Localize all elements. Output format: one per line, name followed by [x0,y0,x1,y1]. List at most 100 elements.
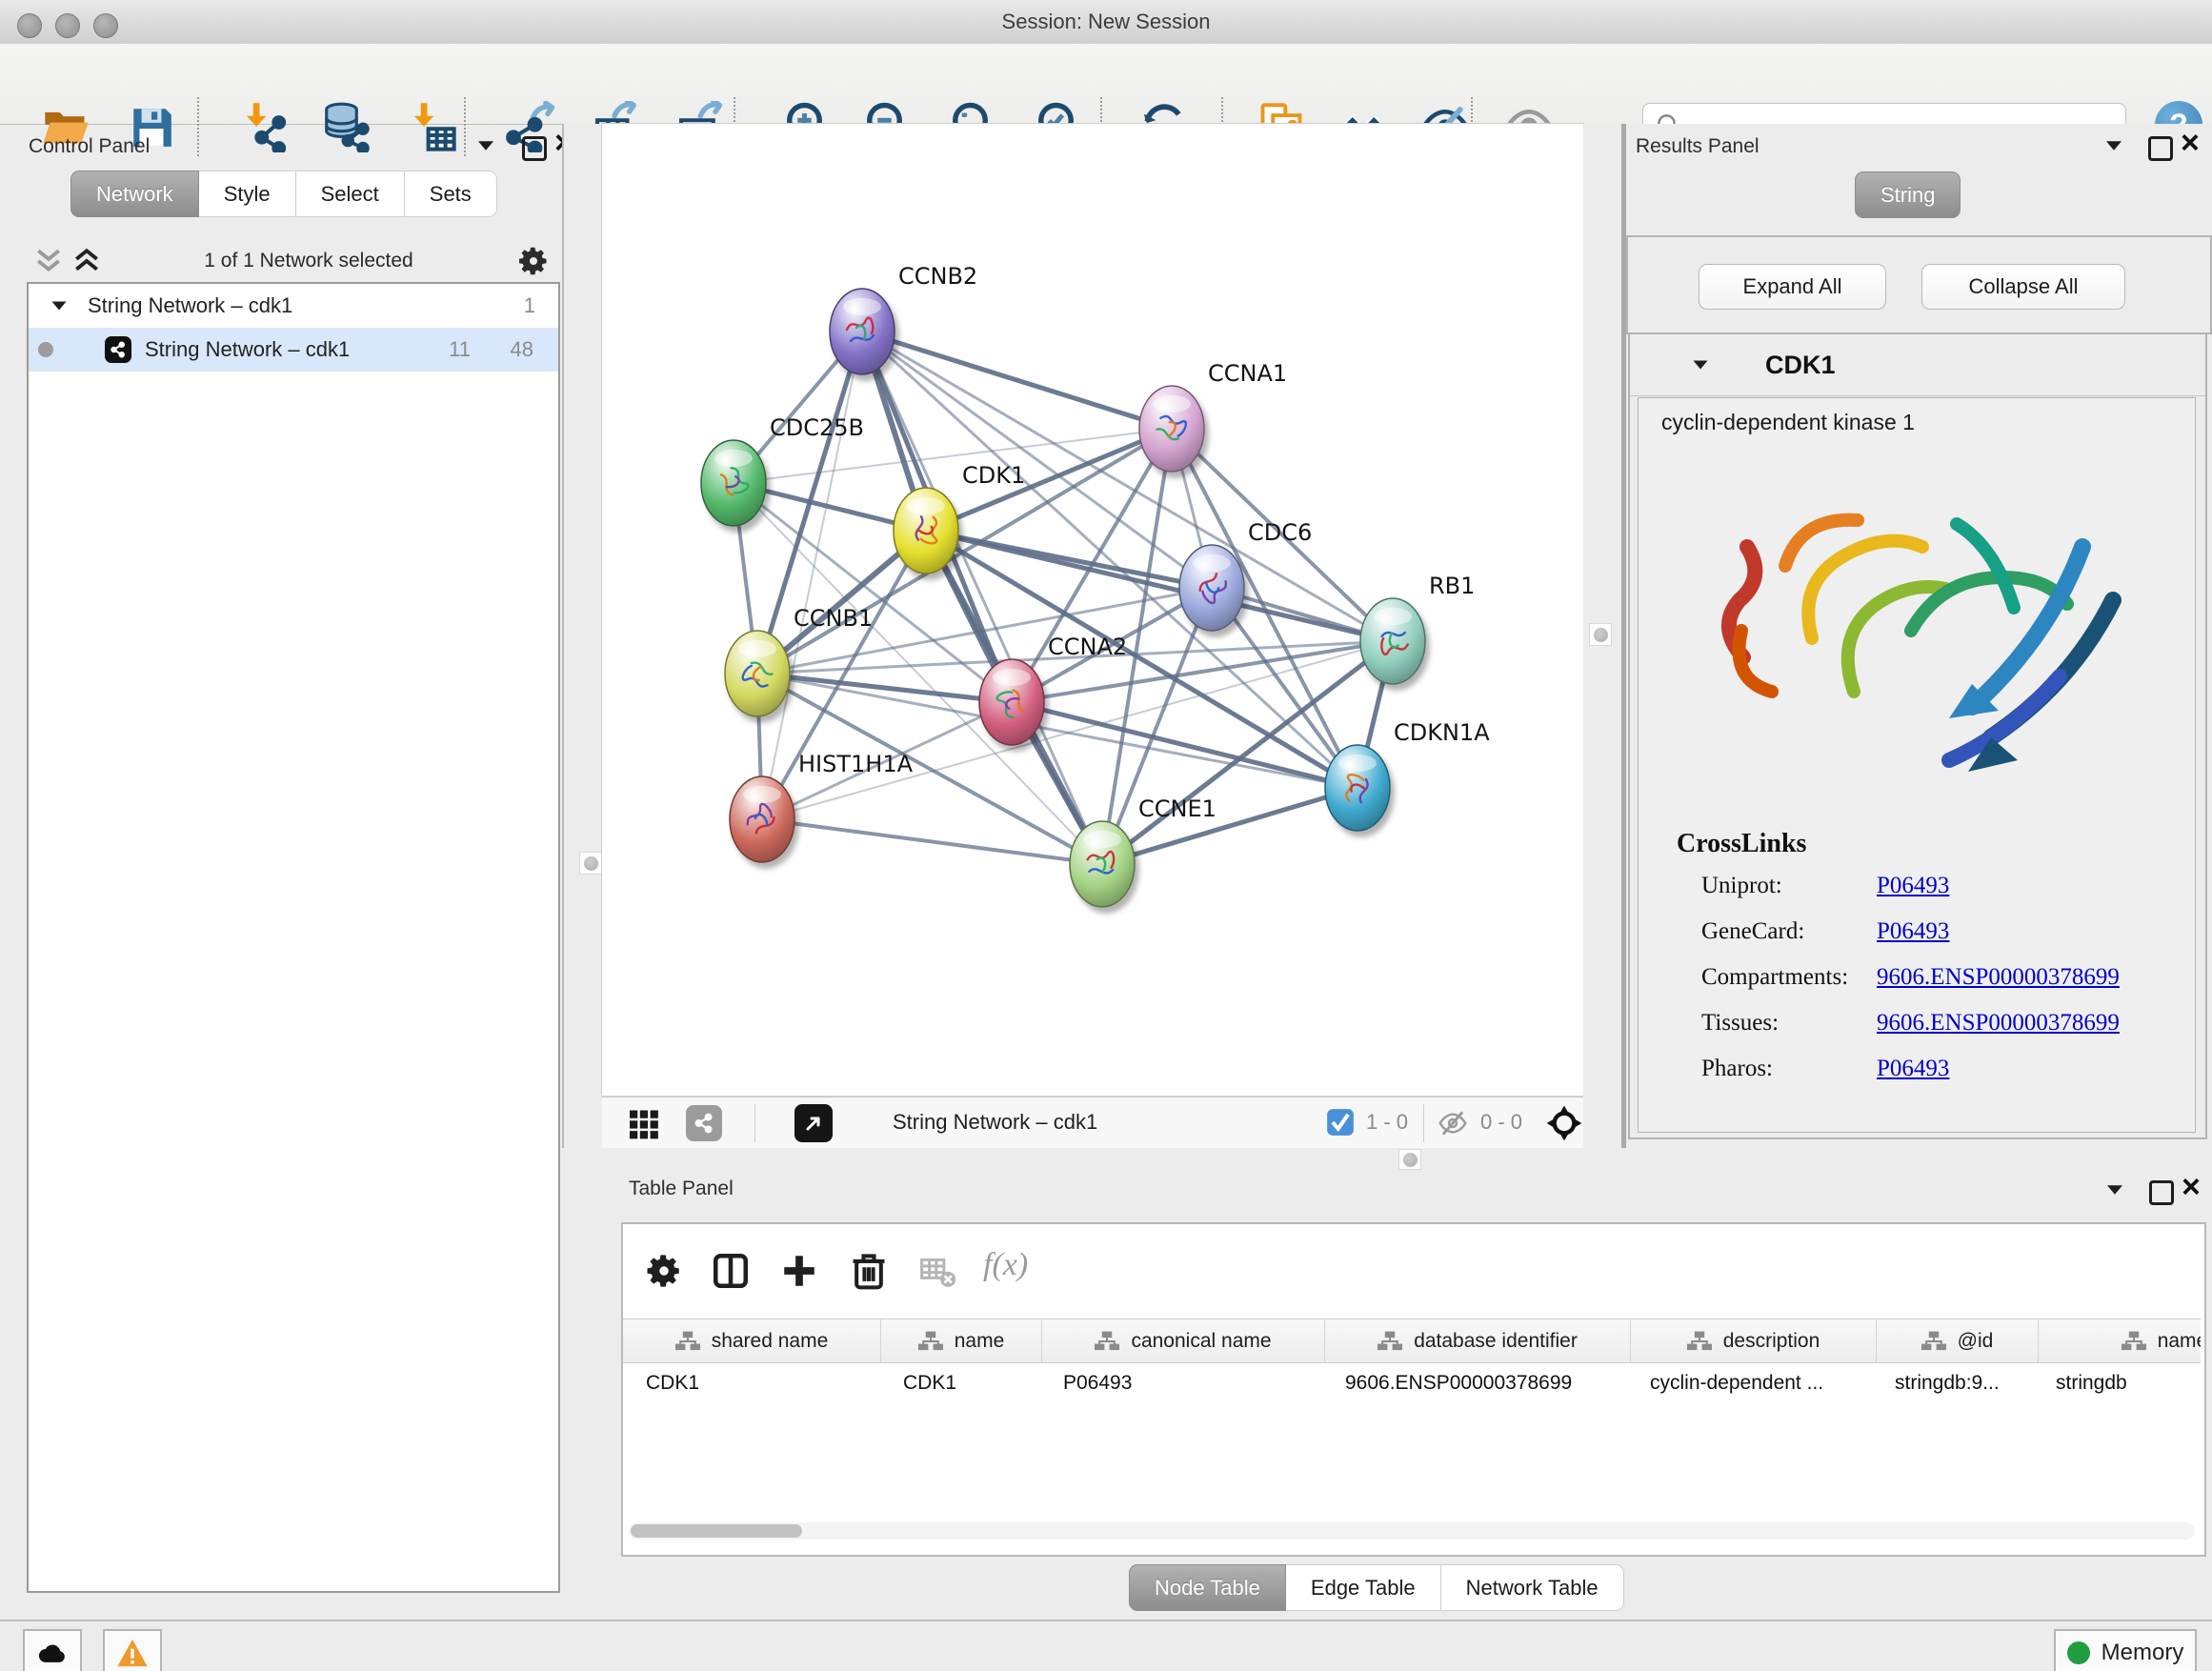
graph-node-CDKN1A[interactable] [1325,745,1390,831]
network-graph[interactable]: CCNB2CCNA1CDC25BCDK1CDC6RB1CCNB1CCNA2CDK… [602,124,1583,1096]
memory-button[interactable]: Memory [2054,1629,2197,1671]
graph-node-CCNE1[interactable] [1070,821,1135,907]
network-collection-row[interactable]: String Network – cdk1 1 [29,284,558,328]
results-panel-float-button[interactable] [2148,136,2173,166]
graph-node-CCNB1[interactable] [725,631,790,716]
graph-edge-CCNB2-HIST1H1A[interactable] [762,332,862,819]
navigator-button[interactable] [794,1104,833,1142]
column-header-shared-name[interactable]: shared name [623,1319,881,1362]
table-hscrollbar[interactable] [629,1522,2195,1540]
tab-edge-table[interactable]: Edge Table [1286,1564,1441,1611]
graph-node-label-CDC6: CDC6 [1248,519,1312,546]
gene-section-header[interactable]: CDK1 [1630,334,2205,396]
graph-edge-CCNB2-RB1[interactable] [862,332,1393,641]
gene-expander-icon[interactable] [1694,361,1708,370]
graph-node-RB1[interactable] [1360,598,1425,684]
results-panel-close-button[interactable]: × [2181,133,2200,158]
function-builder-button[interactable]: f(x) [983,1247,1028,1283]
gene-description: cyclin-dependent kinase 1 [1661,410,1915,435]
network-canvas[interactable]: CCNB2CCNA1CDC25BCDK1CDC6RB1CCNB1CCNA2CDK… [602,124,1583,1096]
table-panel-float-button[interactable] [2149,1180,2174,1210]
control-panel: Control Panel × Network Style Select Set… [10,124,562,1597]
graph-node-HIST1H1A[interactable] [730,776,794,862]
hidden-elements-button[interactable] [1437,1108,1469,1143]
column-header-canonical-name[interactable]: canonical name [1042,1319,1325,1362]
horizontal-splitter-handle[interactable] [1398,1149,1421,1170]
right-splitter-handle[interactable] [1589,623,1612,646]
tab-network[interactable]: Network [70,171,199,217]
tab-string[interactable]: String [1855,171,1961,218]
graph-node-CDC25B[interactable] [701,440,766,526]
tab-select[interactable]: Select [296,171,405,217]
cell-canonical-name[interactable]: P06493 [1040,1362,1322,1404]
column-header-namespace[interactable]: namespace [2039,1319,2201,1362]
right-splitter[interactable] [1583,124,1626,1148]
create-column-button[interactable] [779,1251,819,1296]
left-splitter-handle[interactable] [579,852,602,875]
horizontal-splitter[interactable] [602,1148,2212,1170]
table-row[interactable]: CDK1CDK1P064939606.ENSP00000378699cyclin… [623,1362,2201,1404]
collapse-all-chevron-icon[interactable] [34,249,63,273]
window-minimize-button[interactable] [55,13,80,38]
table-hscrollbar-thumb[interactable] [631,1524,802,1538]
collection-expander-icon[interactable] [52,302,67,311]
control-panel-collapse-button[interactable] [476,139,495,156]
table-panel-close-button[interactable]: × [2182,1178,2201,1202]
crosslink-value-link[interactable]: P06493 [1877,873,1949,899]
expand-all-button[interactable]: Expand All [1699,264,1886,310]
cell-description[interactable]: cyclin-dependent ... [1627,1362,1872,1404]
trash-icon [848,1249,890,1291]
table-settings-button[interactable] [644,1251,684,1296]
control-panel-float-button[interactable] [522,136,547,166]
warnings-button[interactable] [103,1629,162,1671]
hierarchy-icon [1921,1331,1946,1352]
cell-database-identifier[interactable]: 9606.ENSP00000378699 [1322,1362,1627,1404]
graph-edge-HIST1H1A-CCNE1[interactable] [762,819,1102,864]
cell-shared-name[interactable]: CDK1 [623,1362,880,1404]
crosslink-value-link[interactable]: P06493 [1877,918,1949,945]
string-view-button[interactable] [686,1105,722,1141]
grid-view-button[interactable] [627,1106,661,1145]
cloud-status-button[interactable] [23,1629,82,1671]
table-panel-collapse-button[interactable] [2105,1183,2124,1200]
graph-node-CDC6[interactable] [1179,545,1244,631]
graph-node-label-RB1: RB1 [1429,573,1475,599]
graph-edge-CDK1-RB1[interactable] [926,531,1393,641]
column-header-database-identifier[interactable]: database identifier [1325,1319,1631,1362]
crosslink-value-link[interactable]: P06493 [1877,1056,1949,1082]
network-row-selected[interactable]: String Network – cdk1 11 48 [29,328,558,372]
tab-style[interactable]: Style [199,171,296,217]
graph-node-label-CDK1: CDK1 [962,462,1025,489]
network-edge-count: 48 [511,337,533,362]
tab-sets[interactable]: Sets [405,171,497,217]
network-options-gear-icon[interactable] [516,244,551,278]
left-splitter[interactable] [562,124,604,1148]
graph-node-CCNA2[interactable] [979,659,1044,745]
cell--id[interactable]: stringdb:9... [1872,1362,2033,1404]
column-header--id[interactable]: @id [1877,1319,2039,1362]
window-zoom-button[interactable] [93,13,118,38]
column-header-description[interactable]: description [1631,1319,1877,1362]
tab-node-table[interactable]: Node Table [1129,1564,1286,1611]
tab-network-table[interactable]: Network Table [1441,1564,1624,1611]
results-panel-collapse-button[interactable] [2104,139,2123,156]
cell-namespace[interactable]: stringdb [2033,1362,2201,1404]
collapse-all-button[interactable]: Collapse All [1921,264,2125,310]
delete-table-button[interactable] [920,1258,956,1294]
fit-selected-button[interactable] [1545,1104,1583,1147]
expand-all-chevron-icon[interactable] [72,249,101,273]
crosslink-label: GeneCard: [1701,918,1877,945]
window-close-button[interactable] [17,13,42,38]
show-columns-button[interactable] [711,1251,751,1296]
crosslink-value-link[interactable]: 9606.ENSP00000378699 [1877,964,2120,991]
column-header-name[interactable]: name [881,1319,1042,1362]
delete-column-button[interactable] [848,1249,890,1296]
graph-edge-CCNB2-CCNA1[interactable] [862,332,1172,429]
graph-node-CDK1[interactable] [894,488,958,574]
graph-node-CCNA1[interactable] [1139,386,1204,472]
cell-name[interactable]: CDK1 [880,1362,1040,1404]
graph-edge-CCNB2-CCNE1[interactable] [862,332,1102,864]
selected-checkbox[interactable] [1326,1108,1355,1141]
crosslink-value-link[interactable]: 9606.ENSP00000378699 [1877,1010,2120,1037]
graph-node-CCNB2[interactable] [830,289,895,374]
